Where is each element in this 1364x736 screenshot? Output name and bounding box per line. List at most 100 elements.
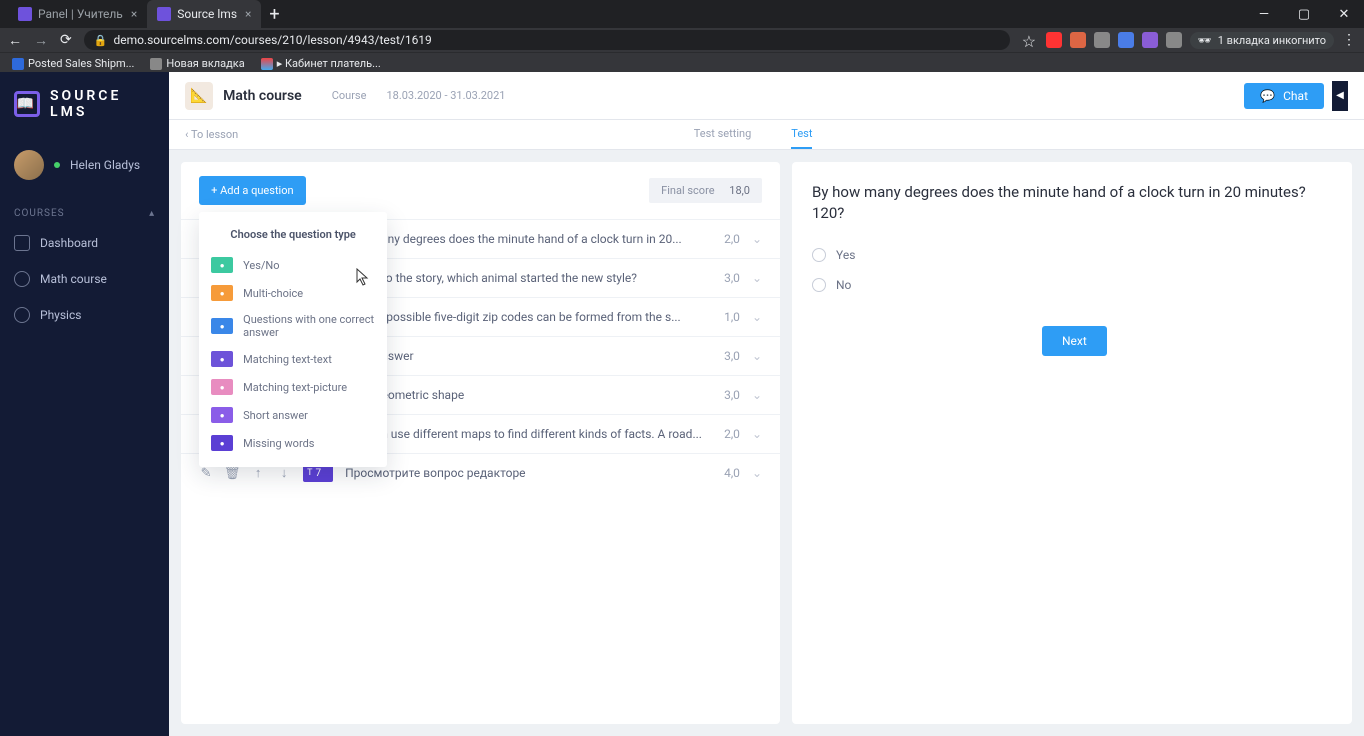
extension-icons: ☆ 🕶 1 вкладка инкогнито ⋮ [1022, 32, 1356, 49]
popup-type-matching-text-picture[interactable]: ●Matching text-picture [199, 373, 387, 401]
chevron-down-icon[interactable]: ⌄ [752, 310, 762, 324]
bookmarks-bar: Posted Sales Shipm... Новая вкладка ▸ Ка… [0, 52, 1364, 74]
browser-tab-active[interactable]: Source lms × [147, 0, 261, 28]
maximize-button[interactable]: ▢ [1284, 7, 1324, 22]
close-icon[interactable]: × [245, 7, 251, 21]
chevron-down-icon[interactable]: ⌄ [752, 466, 762, 480]
menu-button[interactable]: ⋮ [1342, 32, 1356, 48]
subbar: ‹ To lesson Test setting Test [169, 120, 1364, 150]
preview-question: By how many degrees does the minute hand… [812, 182, 1332, 224]
course-icon [14, 307, 30, 323]
type-icon: ● [211, 379, 233, 395]
bookmark-item[interactable]: Новая вкладка [150, 57, 244, 70]
question-text[interactable]: d the geometric shape [345, 388, 702, 402]
move-down-icon[interactable]: ↓ [277, 466, 291, 480]
incognito-badge[interactable]: 🕶 1 вкладка инкогнито [1190, 32, 1334, 49]
app-root: 📖 SOURCE LMS Helen Gladys COURSES ▴ Dash… [0, 72, 1364, 736]
chevron-down-icon[interactable]: ⌄ [752, 232, 762, 246]
back-button[interactable]: ← [8, 32, 22, 49]
new-tab-button[interactable]: + [269, 4, 279, 25]
bookmark-item[interactable]: Posted Sales Shipm... [12, 57, 134, 70]
next-button[interactable]: Next [1042, 326, 1107, 356]
move-up-icon[interactable]: ↑ [251, 466, 265, 480]
course-dates: 18.03.2020 - 31.03.2021 [386, 89, 505, 102]
question-text[interactable]: You can use different maps to find diffe… [345, 427, 702, 441]
popup-type-questions-with-one-correct-answer[interactable]: ●Questions with one correct answer [199, 307, 387, 345]
logo-mark: 📖 [14, 91, 40, 117]
question-text[interactable]: d the answer [345, 349, 702, 363]
lock-icon: 🔒 [94, 34, 108, 47]
back-to-lesson[interactable]: ‹ To lesson [185, 128, 238, 141]
chevron-up-icon: ▴ [149, 208, 155, 219]
incognito-label: 1 вкладка инкогнито [1218, 34, 1326, 47]
type-icon: ● [211, 318, 233, 334]
collapse-button[interactable]: ◀ [1332, 81, 1348, 111]
popup-title: Choose the question type [199, 222, 387, 251]
question-text[interactable]: Просмотрите вопрос редакторе [345, 466, 702, 480]
bookmark-item[interactable]: ▸ Кабинет платель... [261, 57, 381, 70]
course-name: Math course [223, 88, 302, 104]
brand-logo[interactable]: 📖 SOURCE LMS [0, 72, 169, 136]
extension-icon[interactable] [1166, 32, 1182, 48]
tab-title: Source lms [177, 7, 237, 21]
tab-test[interactable]: Test [791, 120, 812, 149]
star-icon[interactable]: ☆ [1022, 32, 1038, 48]
chevron-down-icon[interactable]: ⌄ [752, 388, 762, 402]
content: + Add a question Final score 18,0 Choose… [169, 150, 1364, 736]
window-controls: — ▢ ✕ [1244, 7, 1364, 22]
radio-icon [812, 248, 826, 262]
bookmark-icon [150, 58, 162, 70]
user-profile[interactable]: Helen Gladys [0, 136, 169, 194]
course-icon [14, 271, 30, 287]
popup-type-matching-text-text[interactable]: ●Matching text-text [199, 345, 387, 373]
popup-type-yes-no[interactable]: ●Yes/No [199, 251, 387, 279]
preview-panel: By how many degrees does the minute hand… [792, 162, 1352, 724]
popup-type-short-answer[interactable]: ●Short answer [199, 401, 387, 429]
bookmark-icon [12, 58, 24, 70]
question-text[interactable]: how many degrees does the minute hand of… [345, 232, 702, 246]
chat-button[interactable]: 💬 Chat [1244, 83, 1324, 109]
question-score: 3,0 [714, 271, 740, 285]
url-input[interactable]: 🔒 demo.sourcelms.com/courses/210/lesson/… [84, 30, 1010, 50]
section-courses[interactable]: COURSES ▴ [0, 194, 169, 225]
close-icon[interactable]: × [131, 7, 137, 21]
type-icon: ● [211, 257, 233, 273]
tabs: Test setting Test [694, 120, 813, 149]
question-score: 2,0 [714, 427, 740, 441]
chevron-down-icon[interactable]: ⌄ [752, 271, 762, 285]
favicon [157, 7, 171, 21]
popup-type-multi-choice[interactable]: ●Multi-choice [199, 279, 387, 307]
chevron-down-icon[interactable]: ⌄ [752, 427, 762, 441]
edit-icon[interactable]: ✎ [199, 466, 213, 480]
option-yes[interactable]: Yes [812, 248, 1332, 262]
add-question-button[interactable]: + Add a question [199, 176, 305, 205]
extension-icon[interactable] [1094, 32, 1110, 48]
sidebar-item-math[interactable]: Math course [0, 261, 169, 297]
sidebar-item-physics[interactable]: Physics [0, 297, 169, 333]
minimize-button[interactable]: — [1244, 7, 1284, 22]
delete-icon[interactable]: 🗑 [225, 466, 239, 480]
popup-type-missing-words[interactable]: ●Missing words [199, 429, 387, 457]
close-window-button[interactable]: ✕ [1324, 7, 1364, 22]
tab-test-setting[interactable]: Test setting [694, 120, 752, 149]
user-name: Helen Gladys [70, 158, 140, 172]
question-text[interactable]: ording to the story, which animal starte… [345, 271, 702, 285]
option-no[interactable]: No [812, 278, 1332, 292]
reload-button[interactable]: ⟳ [60, 32, 72, 48]
course-thumbnail: 📐 [185, 82, 213, 110]
extension-icon[interactable] [1118, 32, 1134, 48]
browser-tab[interactable]: Panel | Учитель × [8, 0, 147, 28]
address-bar: ← → ⟳ 🔒 demo.sourcelms.com/courses/210/l… [0, 28, 1364, 52]
radio-icon [812, 278, 826, 292]
extension-icon[interactable] [1142, 32, 1158, 48]
chevron-down-icon[interactable]: ⌄ [752, 349, 762, 363]
brand-text: SOURCE LMS [50, 88, 155, 120]
extension-icon[interactable] [1070, 32, 1086, 48]
avatar [14, 150, 44, 180]
question-text[interactable]: v many possible five-digit zip codes can… [345, 310, 702, 324]
incognito-icon: 🕶 [1198, 34, 1212, 47]
extension-icon[interactable] [1046, 32, 1062, 48]
question-score: 3,0 [714, 349, 740, 363]
sidebar-item-dashboard[interactable]: Dashboard [0, 225, 169, 261]
forward-button[interactable]: → [34, 32, 48, 49]
